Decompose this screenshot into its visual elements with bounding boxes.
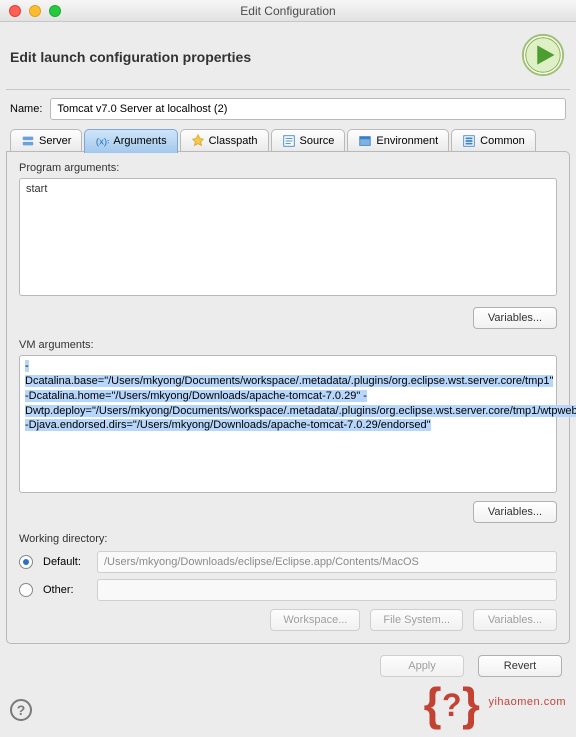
tab-label: Classpath xyxy=(209,135,258,147)
tab-source[interactable]: Source xyxy=(271,129,346,153)
filesystem-button: File System... xyxy=(370,609,463,631)
name-label: Name: xyxy=(10,103,42,115)
variable-icon: (x)= xyxy=(95,134,109,148)
revert-button[interactable]: Revert xyxy=(478,655,562,677)
program-args-input[interactable] xyxy=(19,178,557,296)
run-icon xyxy=(520,32,566,81)
wd-variables-button: Variables... xyxy=(473,609,557,631)
tab-label: Common xyxy=(480,135,525,147)
workspace-button: Workspace... xyxy=(270,609,360,631)
common-icon xyxy=(462,134,476,148)
dialog-title: Edit launch configuration properties xyxy=(10,49,251,65)
tab-environment[interactable]: Environment xyxy=(347,129,449,153)
help-icon[interactable]: ? xyxy=(10,699,32,721)
wd-other-input xyxy=(97,579,557,601)
watermark-text: yihaomen.com xyxy=(488,696,566,708)
program-variables-button[interactable]: Variables... xyxy=(473,307,557,329)
wd-default-radio[interactable] xyxy=(19,555,33,569)
tab-label: Environment xyxy=(376,135,438,147)
tab-classpath[interactable]: Classpath xyxy=(180,129,269,153)
tab-arguments[interactable]: (x)= Arguments xyxy=(84,129,177,153)
tab-panel-arguments: Program arguments: Variables... VM argum… xyxy=(6,151,570,644)
vm-variables-button[interactable]: Variables... xyxy=(473,501,557,523)
working-dir-label: Working directory: xyxy=(19,533,557,545)
svg-text:(x)=: (x)= xyxy=(96,137,109,148)
tab-label: Server xyxy=(39,135,71,147)
watermark: {?} yihaomen.com xyxy=(424,675,566,729)
environment-icon xyxy=(358,134,372,148)
wd-default-label: Default: xyxy=(43,556,87,568)
wd-other-row: Other: xyxy=(19,579,557,601)
wd-default-input xyxy=(97,551,557,573)
window-title: Edit Configuration xyxy=(0,4,576,18)
wd-other-radio[interactable] xyxy=(19,583,33,597)
tab-common[interactable]: Common xyxy=(451,129,536,153)
vm-args-input[interactable]: -Dcatalina.base="/Users/mkyong/Documents… xyxy=(19,355,557,493)
wd-default-row: Default: xyxy=(19,551,557,573)
apply-button: Apply xyxy=(380,655,464,677)
server-icon xyxy=(21,134,35,148)
source-icon xyxy=(282,134,296,148)
tab-label: Source xyxy=(300,135,335,147)
tab-strip: Server (x)= Arguments Classpath Source E… xyxy=(0,128,576,152)
classpath-icon xyxy=(191,134,205,148)
dialog-buttons: Apply Revert xyxy=(0,655,562,677)
tab-label: Arguments xyxy=(113,135,166,147)
dialog-header: Edit launch configuration properties xyxy=(0,22,576,81)
divider xyxy=(6,89,570,90)
vm-args-label: VM arguments: xyxy=(19,339,557,351)
name-row: Name: xyxy=(0,98,576,128)
tab-server[interactable]: Server xyxy=(10,129,82,153)
titlebar: Edit Configuration xyxy=(0,0,576,22)
watermark-logo: {?} xyxy=(424,677,481,731)
vm-args-text: -Dcatalina.base="/Users/mkyong/Documents… xyxy=(25,360,576,431)
program-args-label: Program arguments: xyxy=(19,162,557,174)
wd-other-label: Other: xyxy=(43,584,87,596)
name-input[interactable] xyxy=(50,98,566,120)
